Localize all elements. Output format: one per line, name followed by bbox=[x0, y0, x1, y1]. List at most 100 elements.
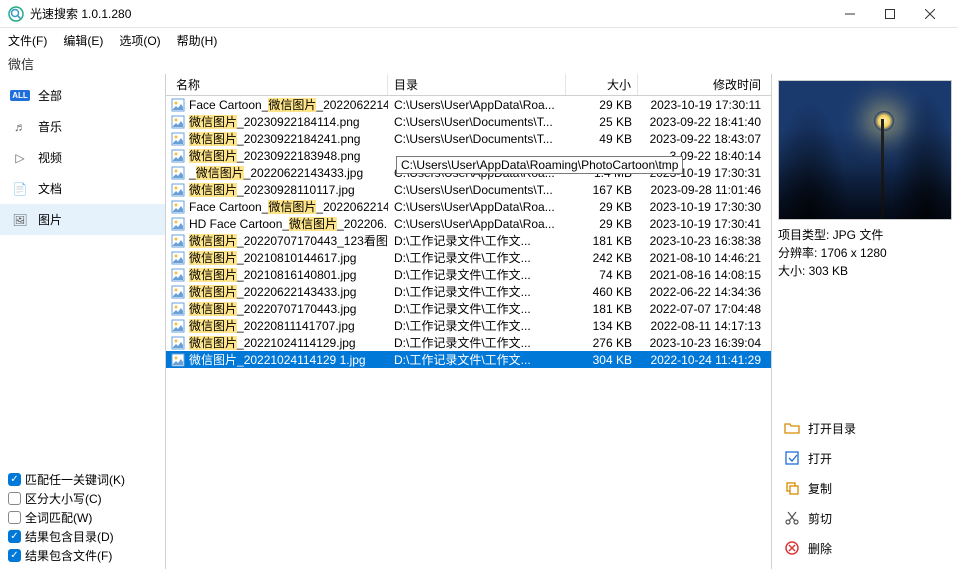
checkbox-icon: ✓ bbox=[8, 473, 21, 486]
result-row[interactable]: 微信图片_20230922184241.pngC:\Users\User\Doc… bbox=[166, 130, 771, 147]
col-dir[interactable]: 目录 bbox=[388, 74, 566, 95]
sidebar-item-label: 文档 bbox=[38, 180, 62, 197]
cell-dir: D:\工作记录文件\工作文... bbox=[388, 300, 566, 317]
image-file-icon bbox=[170, 352, 186, 368]
action-copy[interactable]: 复制 bbox=[778, 473, 952, 503]
cell-name: 微信图片_20220622143433.jpg bbox=[170, 283, 388, 300]
sidebar-item-music[interactable]: ♬音乐 bbox=[0, 111, 165, 142]
cell-dir: D:\工作记录文件\工作文... bbox=[388, 334, 566, 351]
result-row[interactable]: 微信图片_20220622143433.jpgD:\工作记录文件\工作文...4… bbox=[166, 283, 771, 300]
image-file-icon bbox=[170, 267, 186, 283]
action-open[interactable]: 打开 bbox=[778, 443, 952, 473]
image-file-icon bbox=[170, 318, 186, 334]
result-row[interactable]: 微信图片_20220811141707.jpgD:\工作记录文件\工作文...1… bbox=[166, 317, 771, 334]
opt-any-keyword[interactable]: ✓匹配任一关键词(K) bbox=[8, 470, 166, 489]
cell-name: 微信图片_20230928110117.jpg bbox=[170, 181, 388, 198]
result-row[interactable]: Face Cartoon_微信图片_2022062214...C:\Users\… bbox=[166, 198, 771, 215]
cell-date: 2022-06-22 14:34:36 bbox=[638, 285, 771, 299]
image-file-icon bbox=[170, 182, 186, 198]
sidebar-item-video[interactable]: ▷ 视频 bbox=[0, 142, 165, 173]
video-icon: ▷ bbox=[15, 151, 24, 165]
menu-file[interactable]: 文件(F) bbox=[8, 32, 47, 49]
image-file-icon bbox=[170, 216, 186, 232]
cell-dir: C:\Users\User\Documents\T... bbox=[388, 183, 566, 197]
opt-whole-word[interactable]: 全词匹配(W) bbox=[8, 508, 166, 527]
action-open-dir[interactable]: 打开目录 bbox=[778, 413, 952, 443]
action-delete[interactable]: 删除 bbox=[778, 533, 952, 563]
checkbox-icon bbox=[8, 511, 21, 524]
image-file-icon bbox=[170, 148, 186, 164]
cell-date: 2022-10-24 11:41:29 bbox=[638, 353, 771, 367]
result-row[interactable]: 微信图片_20230928110117.jpgC:\Users\User\Doc… bbox=[166, 181, 771, 198]
checkbox-icon: ✓ bbox=[8, 549, 21, 562]
maximize-button[interactable] bbox=[870, 0, 910, 28]
cell-name: Face Cartoon_微信图片_2022062214... bbox=[170, 96, 388, 113]
cell-date: 2022-08-11 14:17:13 bbox=[638, 319, 771, 333]
opt-case[interactable]: 区分大小写(C) bbox=[8, 489, 166, 508]
image-file-icon bbox=[170, 284, 186, 300]
sidebar-item-label: 全部 bbox=[38, 87, 62, 104]
search-query-display[interactable]: 微信 bbox=[0, 52, 958, 74]
results-pane: 名称 目录 大小 修改时间 C:\Users\User\AppData\Roam… bbox=[166, 74, 772, 569]
file-details: 项目类型: JPG 文件 分辨率: 1706 x 1280 大小: 303 KB bbox=[778, 224, 952, 282]
image-file-icon bbox=[170, 301, 186, 317]
menu-edit[interactable]: 编辑(E) bbox=[63, 32, 103, 49]
sidebar: ALL全部♬音乐 ▷ 视频 📄文档🖼图片 ✓匹配任一关键词(K) 区分大小写(C) 全… bbox=[0, 74, 166, 569]
action-list: 打开目录 打开 复制 剪切 删除 bbox=[778, 413, 952, 563]
result-row[interactable]: 微信图片_20221024114129 1.jpgD:\工作记录文件\工作文..… bbox=[166, 351, 771, 368]
cell-size: 304 KB bbox=[566, 353, 638, 367]
menu-help[interactable]: 帮助(H) bbox=[177, 32, 218, 49]
col-date[interactable]: 修改时间 bbox=[638, 74, 771, 95]
result-row[interactable]: 微信图片_20220707170443_123看图...D:\工作记录文件\工作… bbox=[166, 232, 771, 249]
cell-size: 276 KB bbox=[566, 336, 638, 350]
cell-name: 微信图片_20220811141707.jpg bbox=[170, 317, 388, 334]
cell-size: 29 KB bbox=[566, 217, 638, 231]
col-name[interactable]: 名称 bbox=[170, 74, 388, 95]
cell-name: 微信图片_20210810144617.jpg bbox=[170, 249, 388, 266]
opt-include-dir[interactable]: ✓结果包含目录(D) bbox=[8, 527, 166, 546]
result-row[interactable]: 微信图片_20230922184114.pngC:\Users\User\Doc… bbox=[166, 113, 771, 130]
result-row[interactable]: 微信图片_20210816140801.jpgD:\工作记录文件\工作文...7… bbox=[166, 266, 771, 283]
sidebar-item-all[interactable]: ALL全部 bbox=[0, 80, 165, 111]
search-options: ✓匹配任一关键词(K) 区分大小写(C) 全词匹配(W) ✓结果包含目录(D) … bbox=[8, 470, 166, 565]
result-row[interactable]: 微信图片_20220707170443.jpgD:\工作记录文件\工作文...1… bbox=[166, 300, 771, 317]
list-header: 名称 目录 大小 修改时间 bbox=[166, 74, 771, 96]
image-file-icon bbox=[170, 335, 186, 351]
result-row[interactable]: Face Cartoon_微信图片_2022062214...C:\Users\… bbox=[166, 96, 771, 113]
cell-size: 29 KB bbox=[566, 200, 638, 214]
cell-size: 181 KB bbox=[566, 234, 638, 248]
image-file-icon bbox=[170, 131, 186, 147]
sidebar-item-label: 音乐 bbox=[38, 118, 62, 135]
path-tooltip: C:\Users\User\AppData\Roaming\PhotoCarto… bbox=[396, 156, 683, 174]
close-button[interactable] bbox=[910, 0, 950, 28]
cell-size: 74 KB bbox=[566, 268, 638, 282]
cell-name: 微信图片_20230922183948.png bbox=[170, 147, 388, 164]
sidebar-item-image[interactable]: 🖼图片 bbox=[0, 204, 165, 235]
preview-pane: 项目类型: JPG 文件 分辨率: 1706 x 1280 大小: 303 KB… bbox=[772, 74, 958, 569]
result-row[interactable]: 微信图片_20210810144617.jpgD:\工作记录文件\工作文...2… bbox=[166, 249, 771, 266]
result-row[interactable]: 微信图片_20221024114129.jpgD:\工作记录文件\工作文...2… bbox=[166, 334, 771, 351]
menu-options[interactable]: 选项(O) bbox=[119, 32, 160, 49]
minimize-button[interactable] bbox=[830, 0, 870, 28]
image-file-icon bbox=[170, 233, 186, 249]
title-bar: 光速搜索 1.0.1.280 bbox=[0, 0, 958, 28]
cell-date: 2023-10-23 16:38:38 bbox=[638, 234, 771, 248]
results-list[interactable]: C:\Users\User\AppData\Roaming\PhotoCarto… bbox=[166, 96, 771, 569]
opt-include-file[interactable]: ✓结果包含文件(F) bbox=[8, 546, 166, 565]
image-icon: 🖼 bbox=[12, 213, 27, 227]
action-cut[interactable]: 剪切 bbox=[778, 503, 952, 533]
sidebar-item-label: 视频 bbox=[38, 149, 62, 166]
result-row[interactable]: HD Face Cartoon_微信图片_202206...C:\Users\U… bbox=[166, 215, 771, 232]
folder-open-icon bbox=[784, 420, 800, 436]
cell-date: 2021-08-16 14:08:15 bbox=[638, 268, 771, 282]
app-icon bbox=[8, 6, 24, 22]
cell-date: 2023-09-22 18:43:07 bbox=[638, 132, 771, 146]
cell-name: 微信图片_20221024114129 1.jpg bbox=[170, 351, 388, 368]
cell-dir: C:\Users\User\AppData\Roa... bbox=[388, 200, 566, 214]
cell-date: 2023-09-22 18:41:40 bbox=[638, 115, 771, 129]
col-size[interactable]: 大小 bbox=[566, 74, 638, 95]
cell-name: 微信图片_20221024114129.jpg bbox=[170, 334, 388, 351]
cell-size: 49 KB bbox=[566, 132, 638, 146]
sidebar-item-doc[interactable]: 📄文档 bbox=[0, 173, 165, 204]
cell-name: 微信图片_20230922184241.png bbox=[170, 130, 388, 147]
